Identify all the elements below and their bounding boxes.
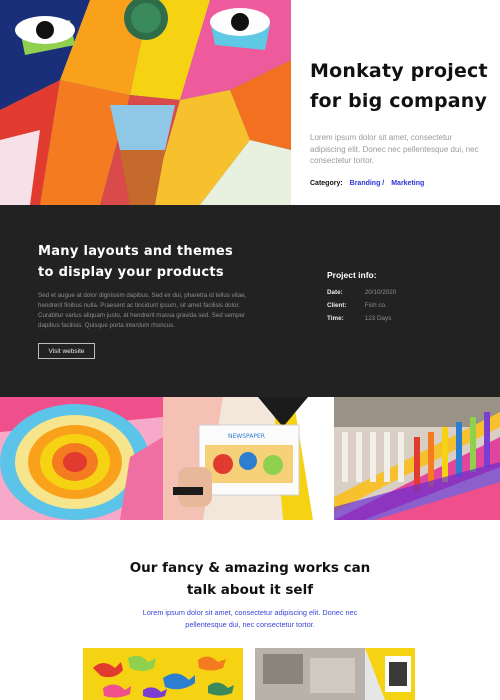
showcase-body: Sed et augue at dolor dignissim dapibus.… — [38, 292, 247, 329]
showcase-title-line2: to display your products — [38, 265, 224, 280]
project-info-row-time: Time: 123 Days — [327, 315, 391, 322]
info-key: Client: — [327, 302, 347, 309]
gallery-image-newspaper[interactable]: NEWSPAPER — [163, 397, 334, 520]
info-key: Time: — [327, 315, 344, 322]
hero-title-line1: Monkaty project — [310, 60, 488, 82]
showcase-title-line1: Many layouts and themes — [38, 244, 234, 259]
hero-image — [0, 0, 291, 205]
showcase-title: Many layouts and themes to display your … — [38, 241, 268, 283]
hero-description: Lorem ipsum dolor sit amet, consectetur … — [310, 133, 479, 165]
newspaper-caption: NEWSPAPER — [228, 433, 265, 440]
project-info-row-date: Date: 20/10/2020 — [327, 289, 396, 296]
works-title: Our fancy & amazing works can talk about… — [0, 557, 500, 601]
hero-text: Monkaty project for big company Lorem ip… — [310, 56, 490, 167]
hero-section: Monkaty project for big company Lorem ip… — [0, 0, 500, 205]
info-value: 123 Days — [364, 315, 392, 322]
project-info-row-client: Client: Fish co. — [327, 302, 387, 309]
hero-category: Category: Branding / Marketing — [310, 180, 424, 187]
hero-title: Monkaty project for big company — [310, 56, 490, 116]
category-link-branding[interactable]: Branding / — [350, 180, 385, 187]
info-value: Fish co. — [364, 302, 387, 309]
project-showcase-section: Many layouts and themes to display your … — [0, 205, 500, 397]
category-label: Category: — [310, 180, 343, 187]
gallery-strip: NEWSPAPER — [0, 397, 500, 520]
info-key: Date: — [327, 289, 343, 296]
works-title-line1: Our fancy & amazing works can — [129, 560, 371, 576]
works-title-line2: talk about it self — [186, 582, 314, 598]
category-link-marketing[interactable]: Marketing — [391, 180, 424, 187]
work-card-street-photo[interactable] — [255, 648, 415, 700]
info-value: 20/10/2020 — [364, 289, 397, 296]
hero-title-line2: for big company — [310, 90, 488, 112]
visit-website-button[interactable]: Visit website — [38, 343, 95, 359]
project-info-title: Project info: — [327, 270, 377, 280]
works-description: Lorem ipsum dolor sit amet, consectetur … — [142, 608, 358, 629]
work-card-dinosaurs[interactable] — [83, 648, 243, 700]
gallery-image-balusters[interactable] — [334, 397, 500, 520]
gallery-image-concentric-mural[interactable] — [0, 397, 163, 520]
